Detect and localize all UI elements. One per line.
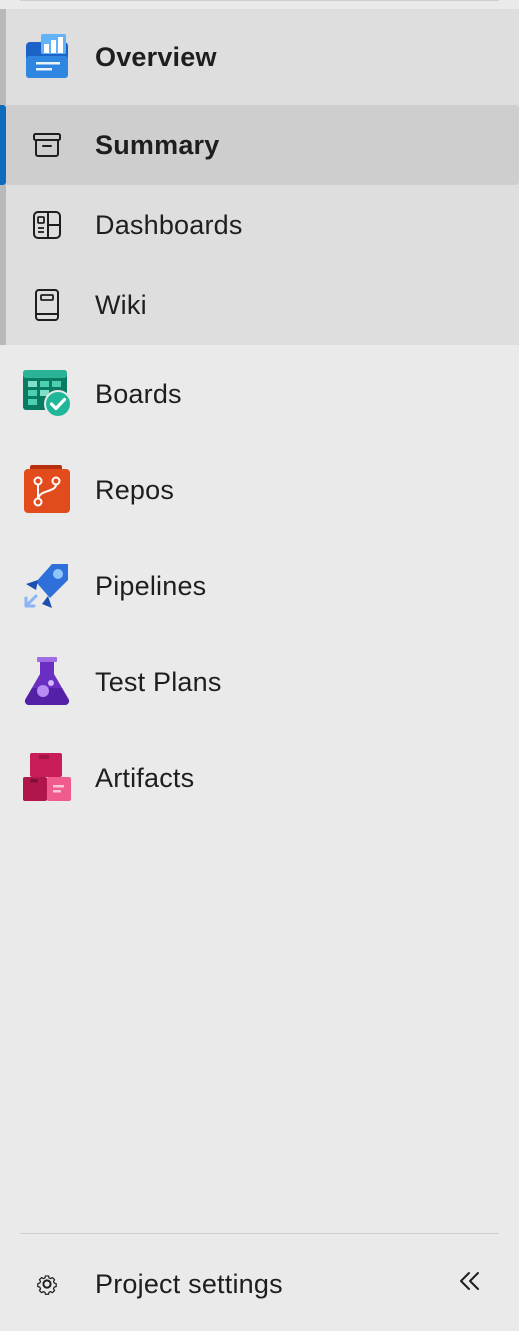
top-divider: [20, 0, 499, 1]
footer-divider: [20, 1233, 499, 1234]
nav-item-artifacts-label: Artifacts: [95, 763, 195, 793]
repos-icon: [22, 464, 72, 514]
nav-item-overview[interactable]: Overview: [0, 9, 519, 105]
project-settings-button[interactable]: Project settings: [0, 1244, 519, 1324]
nav-item-repos[interactable]: Repos: [0, 442, 519, 538]
gear-icon: [27, 1264, 67, 1304]
dashboards-icon: [27, 205, 67, 245]
nav-item-test-plans-label: Test Plans: [95, 667, 222, 697]
nav-item-repos-label: Repos: [95, 475, 175, 505]
collapse-sidebar-button[interactable]: [452, 1265, 488, 1301]
boards-icon: [22, 368, 72, 418]
artifacts-icon: [22, 752, 72, 802]
nav-item-boards-label: Boards: [95, 379, 182, 409]
nav-item-pipelines-label: Pipelines: [95, 571, 207, 601]
nav-item-pipelines[interactable]: Pipelines: [0, 538, 519, 634]
nav-item-overview-label: Overview: [95, 42, 217, 72]
nav-item-artifacts[interactable]: Artifacts: [0, 730, 519, 826]
summary-icon: [27, 125, 67, 165]
double-chevron-left-icon: [458, 1269, 482, 1298]
nav-item-dashboards-label: Dashboards: [95, 210, 243, 240]
nav-item-wiki[interactable]: Wiki: [0, 265, 519, 345]
pipelines-icon: [22, 560, 72, 610]
nav-item-summary-label: Summary: [95, 130, 220, 160]
project-settings-label: Project settings: [95, 1269, 283, 1299]
nav-item-wiki-label: Wiki: [95, 290, 147, 320]
wiki-icon: [27, 285, 67, 325]
nav-item-boards[interactable]: Boards: [0, 346, 519, 442]
overview-icon: [22, 32, 72, 82]
nav-item-summary[interactable]: Summary: [0, 105, 519, 185]
nav-item-dashboards[interactable]: Dashboards: [0, 185, 519, 265]
test-plans-icon: [22, 656, 72, 706]
nav-item-test-plans[interactable]: Test Plans: [0, 634, 519, 730]
